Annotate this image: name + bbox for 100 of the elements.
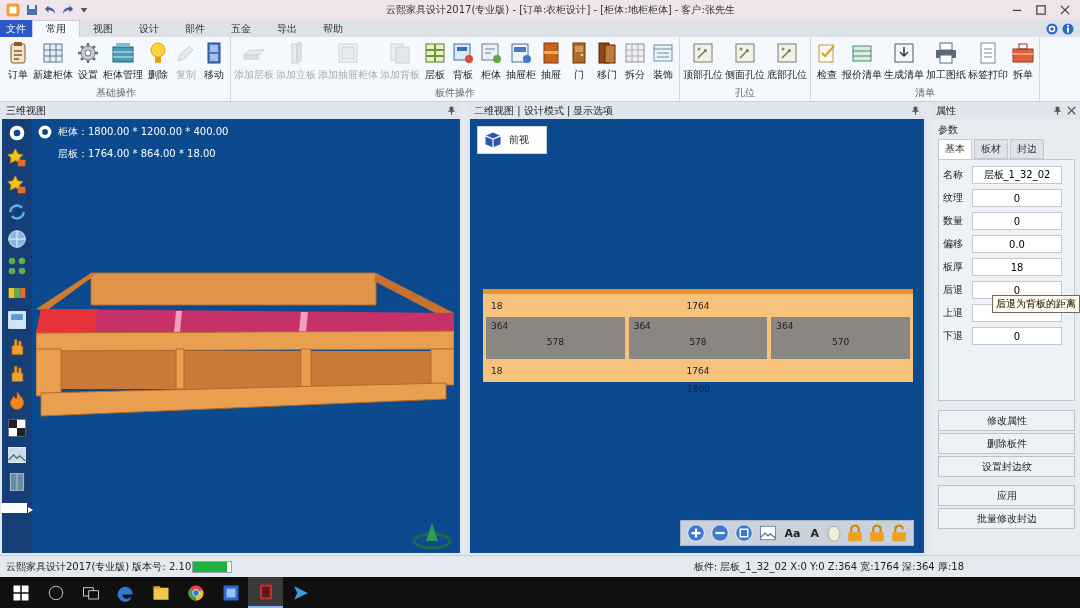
ribbon-button[interactable]: 订单	[4, 37, 32, 87]
panel-title: 三维视图	[6, 103, 46, 118]
view-tab[interactable]: 前视	[477, 126, 547, 154]
property-tab[interactable]: 板材	[974, 139, 1008, 159]
ribbon-button[interactable]: 拆单	[1009, 37, 1037, 87]
ribbon-button[interactable]: 报价清单	[841, 37, 883, 87]
ribbon-tab[interactable]: 帮助	[310, 20, 356, 37]
ribbon-button[interactable]: 柜体管理	[102, 37, 144, 87]
image-icon[interactable]	[7, 445, 27, 465]
group-label: 清单	[915, 87, 935, 100]
ribbon-tab[interactable]: 五金	[218, 20, 264, 37]
close-icon[interactable]	[1067, 106, 1076, 115]
ribbon-button[interactable]: 柜体	[477, 37, 505, 87]
undo-icon[interactable]	[44, 4, 56, 16]
target-icon[interactable]	[9, 125, 25, 141]
dots-icon[interactable]	[7, 256, 27, 276]
ribbon-tab[interactable]: 部件	[172, 20, 218, 37]
window-title: 云熙家具设计2017(专业版) - [订单:衣柜设计] - [柜体:地柜柜体] - 客户:张先生	[386, 3, 736, 17]
input-field[interactable]: 层板_1_32_02	[972, 166, 1062, 184]
ribbon-button[interactable]: 门	[565, 37, 593, 87]
dimension-info: 层板：1764.00 * 864.00 * 18.00	[58, 147, 216, 161]
ribbon-tab[interactable]: 设计	[126, 20, 172, 37]
ribbon-button[interactable]: 抽屉	[537, 37, 565, 87]
ribbon-button[interactable]: 新建柜体	[32, 37, 74, 87]
field-label: 名称	[943, 168, 964, 182]
ribbon-tab[interactable]: 视图	[80, 20, 126, 37]
status-info: 板件: 层板_1_32_02 X:0 Y:0 Z:364 宽:1764 深:364 厚:18	[693, 559, 964, 574]
ribbon-button[interactable]: 底部孔位	[766, 37, 808, 87]
zoom-out-icon[interactable]	[710, 524, 729, 542]
triangle-icon[interactable]	[28, 507, 33, 513]
ribbon-button[interactable]: 装饰	[649, 37, 677, 87]
caret-icon[interactable]	[80, 6, 88, 14]
dimension-info: 柜体：1800.00 * 1200.00 * 400.00	[58, 125, 229, 139]
ribbon-button[interactable]: 顶部孔位	[682, 37, 724, 87]
property-button[interactable]: 修改属性	[938, 410, 1075, 431]
zoom-fit-icon[interactable]	[734, 524, 753, 542]
grid-icon	[623, 41, 647, 65]
group-label: 板件操作	[435, 87, 475, 100]
redo-icon[interactable]	[62, 4, 74, 16]
input-field[interactable]: 0.0	[972, 235, 1062, 253]
panel-title: 二维视图 | 设计模式 | 显示选项	[474, 103, 614, 118]
maximize-icon[interactable]	[1036, 5, 1046, 15]
ribbon-button[interactable]: 背板	[449, 37, 477, 87]
pin-icon[interactable]	[911, 106, 920, 115]
close-icon[interactable]	[1060, 5, 1070, 15]
ribbon-tab[interactable]: 导出	[264, 20, 310, 37]
ribbon-button[interactable]: 删除	[144, 37, 172, 87]
ribbon-button[interactable]: 生成清单	[883, 37, 925, 87]
star-icon[interactable]	[7, 148, 27, 168]
property-button[interactable]: 设置封边纹	[938, 456, 1075, 477]
printer-icon	[934, 41, 958, 65]
pin-icon[interactable]	[1053, 106, 1062, 115]
ribbon-button[interactable]: 拆分	[621, 37, 649, 87]
star-icon[interactable]	[7, 175, 27, 195]
zoom-in-icon[interactable]	[686, 524, 705, 542]
property-tab[interactable]: 基本	[938, 139, 972, 159]
panel-window-icon[interactable]	[7, 310, 27, 330]
dimension-label: 364	[633, 321, 652, 331]
ribbon-button[interactable]: 层板	[421, 37, 449, 87]
ribbon-tab[interactable]: 文件	[0, 20, 32, 37]
axis-gizmo-icon[interactable]	[412, 521, 452, 549]
cabinet-icon[interactable]	[7, 472, 27, 492]
ribbon-button[interactable]: 侧面孔位	[724, 37, 766, 87]
flame-icon[interactable]	[7, 391, 27, 411]
browser-icon	[186, 583, 205, 602]
refresh-icon[interactable]	[7, 202, 27, 222]
action-button[interactable]: 应用	[938, 485, 1075, 506]
frame-icon	[336, 41, 360, 65]
ribbon-button[interactable]: 加工图纸	[925, 37, 967, 87]
text-toggle[interactable]: A	[808, 526, 821, 540]
input-field[interactable]: 18	[972, 258, 1062, 276]
taskbar-item[interactable]	[248, 577, 283, 608]
property-button[interactable]: 删除板件	[938, 433, 1075, 454]
panel-badge-icon	[509, 41, 533, 65]
property-tab[interactable]: 封边	[1010, 139, 1044, 159]
input-field[interactable]: 0	[972, 212, 1062, 230]
ribbon-button[interactable]: 检查	[813, 37, 841, 87]
input-field[interactable]: 0	[972, 327, 1062, 345]
save-icon[interactable]	[26, 4, 38, 16]
ribbon-tab[interactable]: 常用	[32, 20, 80, 37]
status-text: 云熙家具设计2017(专业版) 版本号: 2.10	[6, 559, 192, 574]
arrow-panel-icon	[775, 41, 799, 65]
checker-icon[interactable]	[7, 418, 27, 438]
ribbon-button[interactable]: 抽屉柜	[505, 37, 537, 87]
globe-icon[interactable]	[7, 229, 27, 249]
toolbox-icon	[1011, 41, 1035, 65]
info-icon[interactable]	[1062, 22, 1074, 35]
image-icon[interactable]	[758, 524, 777, 542]
input-field[interactable]: 0	[972, 189, 1062, 207]
text-toggle[interactable]: Aa	[782, 526, 803, 540]
action-button[interactable]: 批量修改封边	[938, 508, 1075, 529]
ribbon-button[interactable]: 标签打印	[967, 37, 1009, 87]
field-label: 上退	[943, 306, 964, 320]
pin-icon[interactable]	[447, 106, 456, 115]
field-label: 后退	[943, 283, 964, 297]
ring-icon[interactable]	[1046, 22, 1058, 35]
ribbon-button[interactable]: 移动	[200, 37, 228, 87]
ribbon-button[interactable]: 设置	[74, 37, 102, 87]
ribbon-button[interactable]: 移门	[593, 37, 621, 87]
target-icon[interactable]	[38, 125, 52, 139]
